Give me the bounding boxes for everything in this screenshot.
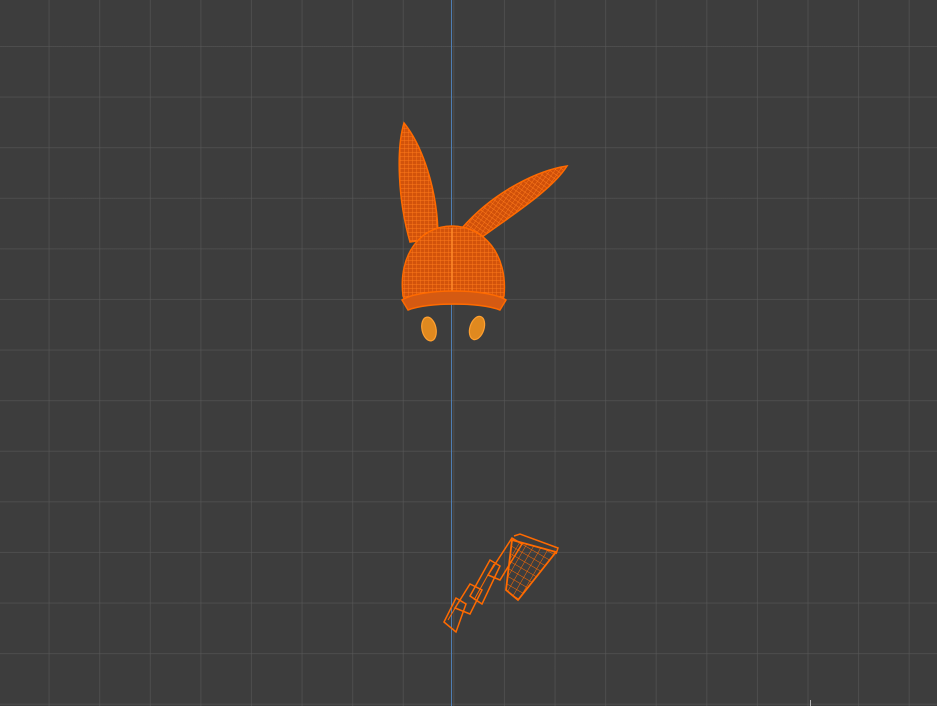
- left-ear: [398, 121, 439, 243]
- viewport-corner-tick: [810, 700, 811, 706]
- viewport-scene: [398, 121, 569, 634]
- eye-right-object[interactable]: [467, 314, 488, 341]
- eye-left-object[interactable]: [420, 316, 439, 342]
- 3d-viewport[interactable]: [0, 0, 937, 706]
- cap-brim: [400, 290, 508, 311]
- net-wand-object[interactable]: [443, 533, 559, 634]
- right-ear: [460, 165, 569, 241]
- bunny-hat-object[interactable]: [398, 121, 569, 311]
